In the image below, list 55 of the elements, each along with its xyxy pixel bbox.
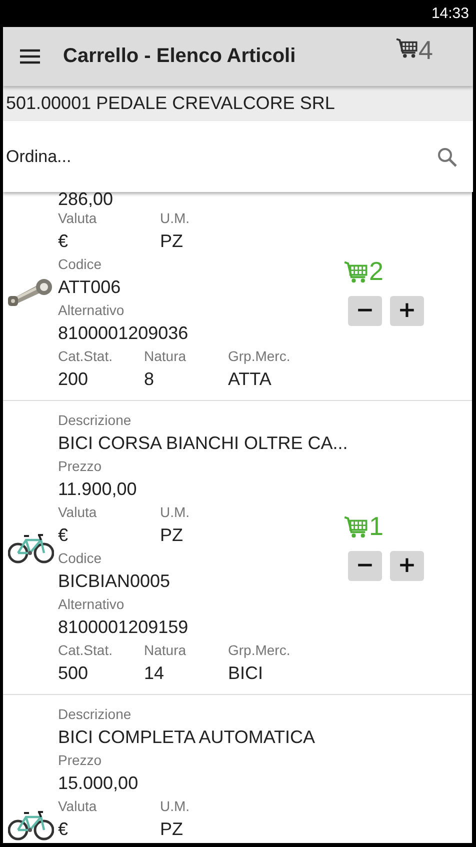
menu-button[interactable] — [20, 49, 40, 64]
field-value: 500 — [58, 662, 90, 685]
field-label: U.M. — [160, 209, 190, 228]
decrease-button[interactable]: − — [348, 296, 382, 326]
field-label: Descrizione — [58, 705, 132, 724]
field-value: € — [58, 230, 70, 253]
field-label: Natura — [144, 641, 188, 660]
search-icon — [437, 146, 457, 166]
field-value: ATT006 — [58, 276, 121, 299]
field-label: Cat.Stat. — [58, 347, 114, 366]
customer-name: 501.00001 PEDALE CREVALCORE SRL — [6, 93, 335, 114]
field-value: BICBIAN0005 — [58, 570, 170, 593]
field-label: Cat.Stat. — [58, 641, 114, 660]
cart-icon — [394, 36, 419, 58]
field-label: Alternativo — [58, 595, 126, 614]
field-value: ATTA — [228, 368, 272, 391]
field-value: 8100001209036 — [58, 322, 188, 345]
field-value: BICI COMPLETA AUTOMATICA — [58, 726, 316, 749]
field-label: Codice — [58, 549, 103, 568]
field-value: 8 — [144, 368, 156, 391]
field-label: Valuta — [58, 503, 98, 522]
field-value: BICI — [228, 662, 264, 685]
field-label: U.M. — [160, 797, 190, 816]
field-label: U.M. — [160, 503, 190, 522]
field-label: Natura — [144, 347, 188, 366]
field-value: 14 — [144, 662, 166, 685]
field-label: Valuta — [58, 209, 98, 228]
cart-quantity: 2 — [343, 258, 384, 284]
clock-time: 14:33 — [431, 5, 469, 22]
field-value: 286,00 — [58, 192, 114, 207]
field-value: BICI CORSA BIANCHI OLTRE CA... — [58, 432, 348, 455]
field-value: € — [58, 524, 70, 547]
field-value: PZ — [160, 230, 184, 253]
field-value: 15.000,00 — [58, 772, 138, 795]
field-label: Grp.Merc. — [228, 347, 290, 366]
field-label: Grp.Merc. — [228, 641, 290, 660]
cart-quantity: 1 — [343, 513, 384, 539]
field-value: € — [58, 818, 70, 841]
menu-icon — [20, 49, 40, 64]
field-label: Prezzo — [58, 751, 103, 770]
increase-button[interactable]: + — [390, 551, 424, 581]
field-label: Codice — [58, 255, 103, 274]
field-value: 11.900,00 — [58, 478, 137, 501]
field-value: PZ — [160, 524, 184, 547]
field-value: PZ — [160, 818, 184, 841]
field-label: Valuta — [58, 797, 98, 816]
cart-button[interactable]: 4 — [394, 36, 433, 62]
field-label: Descrizione — [58, 411, 132, 430]
screen-title: Carrello - Elenco Articoli — [63, 45, 297, 68]
field-label: Prezzo — [58, 457, 103, 476]
decrease-button[interactable]: − — [348, 551, 382, 581]
increase-button[interactable]: + — [390, 296, 424, 326]
field-label: Alternativo — [58, 301, 126, 320]
field-value: 8100001209159 — [58, 616, 188, 639]
field-value: 200 — [58, 368, 90, 391]
